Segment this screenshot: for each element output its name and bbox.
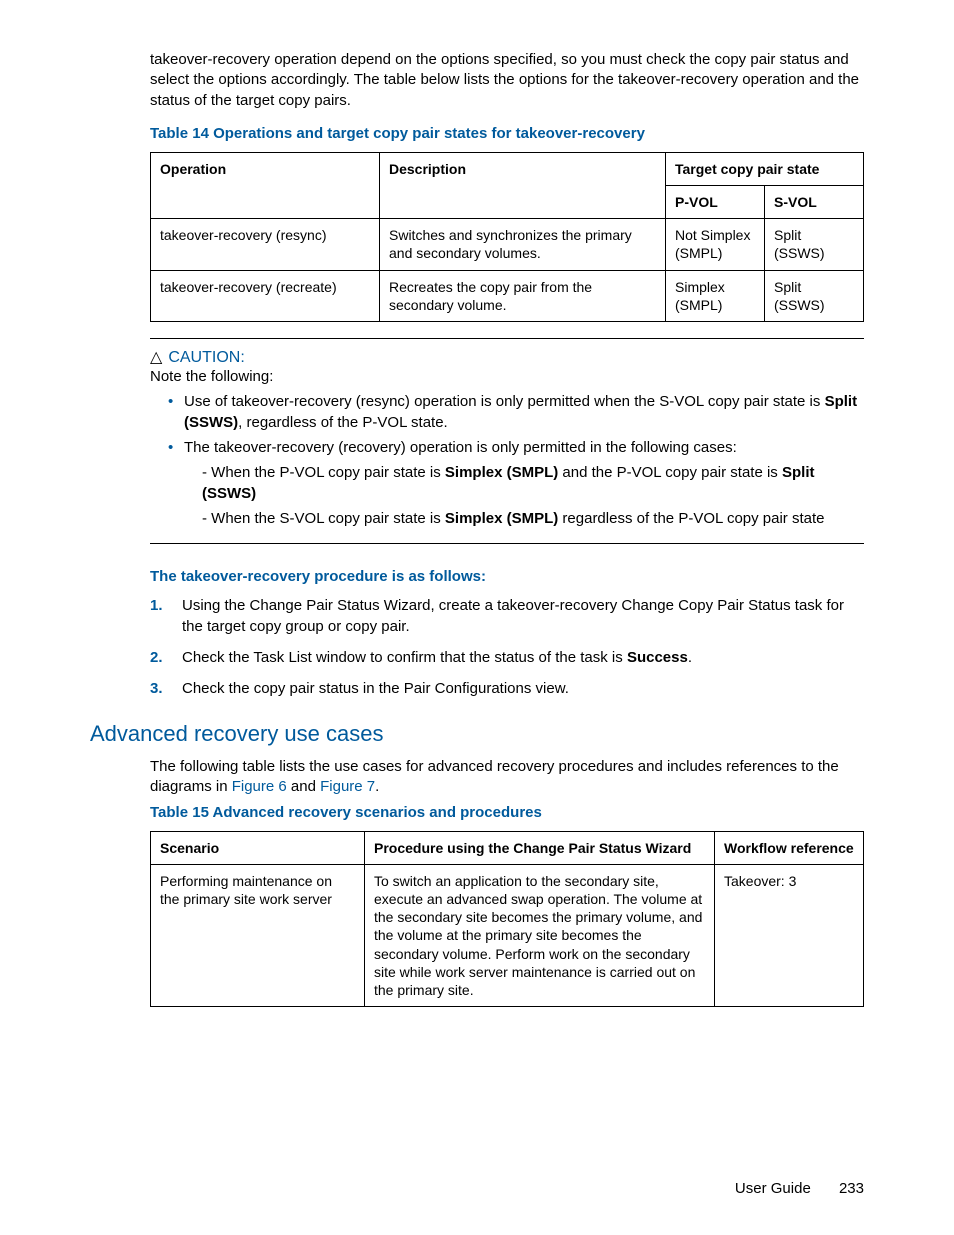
section-heading-advanced: Advanced recovery use cases <box>90 721 864 747</box>
cell-scenario: Performing maintenance on the primary si… <box>151 864 365 1006</box>
section-intro: The following table lists the use cases … <box>150 757 864 798</box>
caution-icon: △ <box>150 347 162 367</box>
link-figure6[interactable]: Figure 6 <box>232 778 287 795</box>
subline: - When the P-VOL copy pair state is Simp… <box>202 462 864 504</box>
list-item: The takeover-recovery (recovery) operati… <box>168 437 864 529</box>
cell-pvol: Simplex (SMPL) <box>666 270 765 321</box>
caution-note: Note the following: <box>150 367 864 387</box>
table14: Operation Description Target copy pair s… <box>150 152 864 322</box>
caution-label: CAUTION: <box>168 349 244 366</box>
intro-paragraph: takeover-recovery operation depend on th… <box>150 50 864 111</box>
cell-op: takeover-recovery (resync) <box>151 219 380 270</box>
step: Check the copy pair status in the Pair C… <box>150 678 864 699</box>
caution-list: Use of takeover-recovery (resync) operat… <box>150 391 864 529</box>
page-number: 233 <box>839 1180 864 1197</box>
cell-svol: Split (SSWS) <box>765 270 864 321</box>
table-row: takeover-recovery (recreate) Recreates t… <box>151 270 864 321</box>
procedure-title: The takeover-recovery procedure is as fo… <box>150 568 864 585</box>
page-footer: User Guide 233 <box>735 1180 864 1197</box>
th-workflow: Workflow reference <box>715 831 864 864</box>
procedure-steps: Using the Change Pair Status Wizard, cre… <box>150 595 864 699</box>
footer-label: User Guide <box>735 1180 811 1197</box>
cell-op: takeover-recovery (recreate) <box>151 270 380 321</box>
cell-procedure: To switch an application to the secondar… <box>365 864 715 1006</box>
th-svol: S-VOL <box>765 185 864 218</box>
table15: Scenario Procedure using the Change Pair… <box>150 831 864 1008</box>
step: Using the Change Pair Status Wizard, cre… <box>150 595 864 637</box>
cell-desc: Recreates the copy pair from the seconda… <box>380 270 666 321</box>
th-description: Description <box>380 152 666 218</box>
table-row: Performing maintenance on the primary si… <box>151 864 864 1006</box>
cell-pvol: Not Simplex (SMPL) <box>666 219 765 270</box>
cell-desc: Switches and synchronizes the primary an… <box>380 219 666 270</box>
table-row: takeover-recovery (resync) Switches and … <box>151 219 864 270</box>
th-target: Target copy pair state <box>666 152 864 185</box>
th-pvol: P-VOL <box>666 185 765 218</box>
th-operation: Operation <box>151 152 380 218</box>
subline: - When the S-VOL copy pair state is Simp… <box>202 508 864 529</box>
caution-header: △ CAUTION: <box>150 347 864 367</box>
step: Check the Task List window to confirm th… <box>150 647 864 668</box>
cell-svol: Split (SSWS) <box>765 219 864 270</box>
link-figure7[interactable]: Figure 7 <box>320 778 375 795</box>
table15-title: Table 15 Advanced recovery scenarios and… <box>150 804 864 821</box>
list-item: Use of takeover-recovery (resync) operat… <box>168 391 864 433</box>
th-procedure: Procedure using the Change Pair Status W… <box>365 831 715 864</box>
table14-title: Table 14 Operations and target copy pair… <box>150 125 864 142</box>
th-scenario: Scenario <box>151 831 365 864</box>
cell-workflow: Takeover: 3 <box>715 864 864 1006</box>
